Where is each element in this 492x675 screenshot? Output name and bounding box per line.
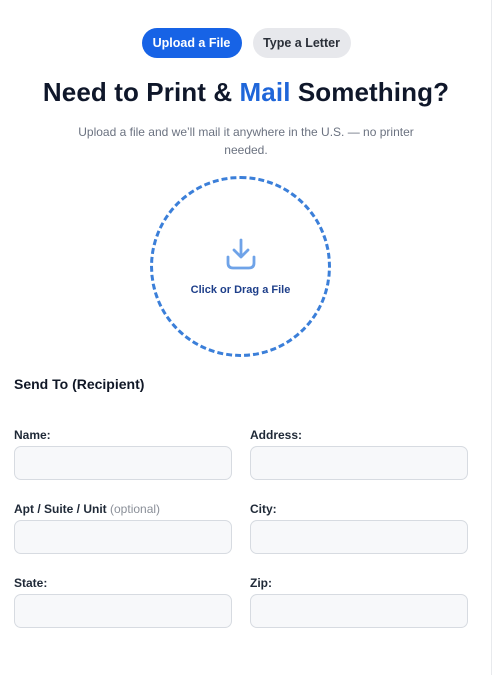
recipient-section-title: Send To (Recipient) — [14, 376, 145, 392]
download-tray-icon[interactable] — [223, 237, 259, 273]
state-label: State: — [14, 576, 48, 590]
zip-input[interactable] — [250, 594, 468, 628]
address-label: Address: — [250, 428, 303, 442]
address-input[interactable] — [250, 446, 468, 480]
page-title: Need to Print & Mail Something? — [0, 77, 492, 108]
type-letter-tab[interactable]: Type a Letter — [252, 28, 351, 58]
apt-label-text: Apt / Suite / Unit — [14, 502, 107, 516]
city-label: City: — [250, 502, 277, 516]
dropzone-label[interactable]: Click or Drag a File — [150, 284, 331, 296]
upload-file-tab[interactable]: Upload a File — [141, 28, 242, 58]
name-label: Name: — [14, 428, 51, 442]
zip-label: Zip: — [250, 576, 272, 590]
title-accent: Mail — [239, 77, 291, 107]
print-mail-page: Upload a File Type a Letter Need to Prin… — [0, 0, 492, 675]
title-end: Something? — [290, 77, 450, 107]
name-input[interactable] — [14, 446, 232, 480]
page-subtitle: Upload a file and we’ll mail it anywhere… — [78, 125, 414, 157]
title-start: Need to Print & — [42, 77, 240, 107]
city-input[interactable] — [250, 520, 468, 554]
apt-label: Apt / Suite / Unit (optional) — [14, 502, 160, 516]
apt-input[interactable] — [14, 520, 232, 554]
optional-hint: (optional) — [110, 502, 161, 516]
mode-toggle: Upload a File Type a Letter — [0, 28, 492, 58]
state-input[interactable] — [14, 594, 232, 628]
